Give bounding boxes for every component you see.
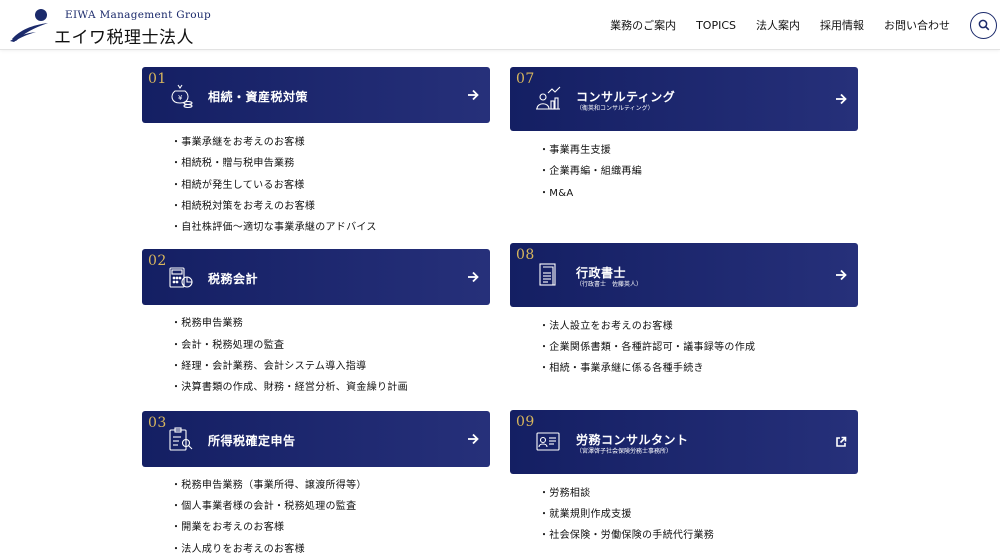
id-card-icon xyxy=(536,432,560,451)
list-item[interactable]: ・相続税・贈与税申告業務 xyxy=(171,153,490,174)
arrow-right-icon xyxy=(468,89,479,101)
list-item[interactable]: ・M&A xyxy=(539,183,858,204)
nav-contact[interactable]: お問い合わせ xyxy=(884,17,950,33)
arrow-right-icon xyxy=(836,269,847,281)
service-number: 07 xyxy=(516,71,535,87)
services-left-column: 01 ¥ 相続・資産税対策 ・事業承継をお考えのお客様 ・相続税・贈与税申告業務… xyxy=(142,67,490,560)
nav-topics[interactable]: TOPICS xyxy=(696,19,736,32)
site-header: EIWA Management Group エイワ税理士法人 業務のご案内 TO… xyxy=(0,0,1000,50)
service-list-labor-consultant: ・労務相談 ・就業規則作成支援 ・社会保険・労働保険の手続代行業務 xyxy=(539,483,858,547)
arrow-right-icon xyxy=(468,433,479,444)
service-card-tax-accounting[interactable]: 02 税務会計 xyxy=(142,249,490,306)
list-item[interactable]: ・企業再編・組織再編 xyxy=(539,161,858,182)
list-item[interactable]: ・税務申告業務 xyxy=(171,313,490,334)
service-list-tax-accounting: ・税務申告業務 ・会計・税務処理の監査 ・経理・会計業務、会計システム導入指導 … xyxy=(171,313,490,398)
service-card-administrative-scrivener[interactable]: 08 行政書士 （行政書士 佐藤英人） xyxy=(510,242,858,307)
list-item[interactable]: ・企業関係書類・各種許認可・議事録等の作成 xyxy=(539,337,858,358)
document-icon xyxy=(539,263,556,286)
list-item[interactable]: ・経理・会計業務、会計システム導入指導 xyxy=(171,356,490,377)
list-item[interactable]: ・相続・事業承継に係る各種手続き xyxy=(539,358,858,379)
logo[interactable]: EIWA Management Group エイワ税理士法人 xyxy=(10,6,211,48)
service-list-inheritance-tax: ・事業承継をお考えのお客様 ・相続税・贈与税申告業務 ・相続が発生しているお客様… xyxy=(171,132,490,238)
service-subtitle: （行政書士 佐藤英人） xyxy=(576,280,643,288)
svg-text:¥: ¥ xyxy=(178,94,183,102)
service-title: 相続・資産税対策 xyxy=(208,90,309,104)
list-item[interactable]: ・法人成りをお考えのお客様 xyxy=(171,539,490,560)
service-number: 03 xyxy=(148,414,167,431)
logo-english-text: EIWA Management Group xyxy=(65,9,211,21)
service-subtitle: （宮澤啓子社会保険労務士事務所） xyxy=(576,447,673,455)
list-item[interactable]: ・労務相談 xyxy=(539,483,858,504)
list-item[interactable]: ・法人設立をお考えのお客様 xyxy=(539,316,858,337)
clipboard-icon xyxy=(169,427,193,451)
list-item[interactable]: ・自社株評価～適切な事業承継のアドバイス xyxy=(171,217,490,238)
list-item[interactable]: ・会計・税務処理の監査 xyxy=(171,335,490,356)
service-list-administrative-scrivener: ・法人設立をお考えのお客様 ・企業関係書類・各種許認可・議事録等の作成 ・相続・… xyxy=(539,316,858,380)
list-item[interactable]: ・社会保険・労働保険の手続代行業務 xyxy=(539,525,858,546)
services-right-column: 07 コンサルティング （衛英和コンサルティング） ・事業再生支援 ・企業再編・… xyxy=(510,67,858,547)
service-number: 01 xyxy=(148,71,167,87)
list-item[interactable]: ・就業規則作成支援 xyxy=(539,504,858,525)
money-bag-icon: ¥ xyxy=(171,84,193,109)
arrow-right-icon xyxy=(468,272,479,283)
service-number: 02 xyxy=(148,253,167,270)
nav-company[interactable]: 法人案内 xyxy=(756,17,800,33)
list-item[interactable]: ・決算書類の作成、財務・経営分析、資金繰り計画 xyxy=(171,377,490,398)
service-title: 税務会計 xyxy=(208,272,259,287)
service-number: 08 xyxy=(516,246,535,263)
service-list-income-tax: ・税務申告業務（事業所得、譲渡所得等） ・個人事業者様の会計・税務処理の監査 ・… xyxy=(171,475,490,560)
list-item[interactable]: ・事業承継をお考えのお客様 xyxy=(171,132,490,153)
service-card-inheritance-tax[interactable]: 01 ¥ 相続・資産税対策 xyxy=(142,67,490,123)
external-link-icon xyxy=(836,436,847,447)
logo-japanese-text: エイワ税理士法人 xyxy=(54,28,194,48)
list-item[interactable]: ・開業をお考えのお客様 xyxy=(171,517,490,538)
service-card-income-tax[interactable]: 03 所得税確定申告 xyxy=(142,410,490,467)
service-number: 09 xyxy=(516,413,535,430)
arrow-right-icon xyxy=(836,93,847,105)
nav-services[interactable]: 業務のご案内 xyxy=(610,17,676,33)
logo-swoosh-icon xyxy=(10,9,48,42)
calculator-icon xyxy=(169,267,193,289)
service-subtitle: （衛英和コンサルティング） xyxy=(576,105,654,112)
list-item[interactable]: ・個人事業者様の会計・税務処理の監査 xyxy=(171,496,490,517)
search-icon xyxy=(978,19,989,31)
service-card-consulting[interactable]: 07 コンサルティング （衛英和コンサルティング） xyxy=(510,67,858,131)
search-button[interactable] xyxy=(970,11,997,39)
main-nav: 業務のご案内 TOPICS 法人案内 採用情報 お問い合わせ xyxy=(610,0,1000,50)
list-item[interactable]: ・相続が発生しているお客様 xyxy=(171,175,490,196)
list-item[interactable]: ・相続税対策をお考えのお客様 xyxy=(171,196,490,217)
list-item[interactable]: ・事業再生支援 xyxy=(539,140,858,161)
nav-recruit[interactable]: 採用情報 xyxy=(820,17,864,33)
consulting-icon xyxy=(536,86,561,110)
service-title: 所得税確定申告 xyxy=(208,433,296,448)
service-list-consulting: ・事業再生支援 ・企業再編・組織再編 ・M&A xyxy=(539,140,858,204)
service-card-labor-consultant[interactable]: 09 労務コンサルタント （宮澤啓子社会保険労務士事務所） xyxy=(510,409,858,474)
list-item[interactable]: ・税務申告業務（事業所得、譲渡所得等） xyxy=(171,475,490,496)
